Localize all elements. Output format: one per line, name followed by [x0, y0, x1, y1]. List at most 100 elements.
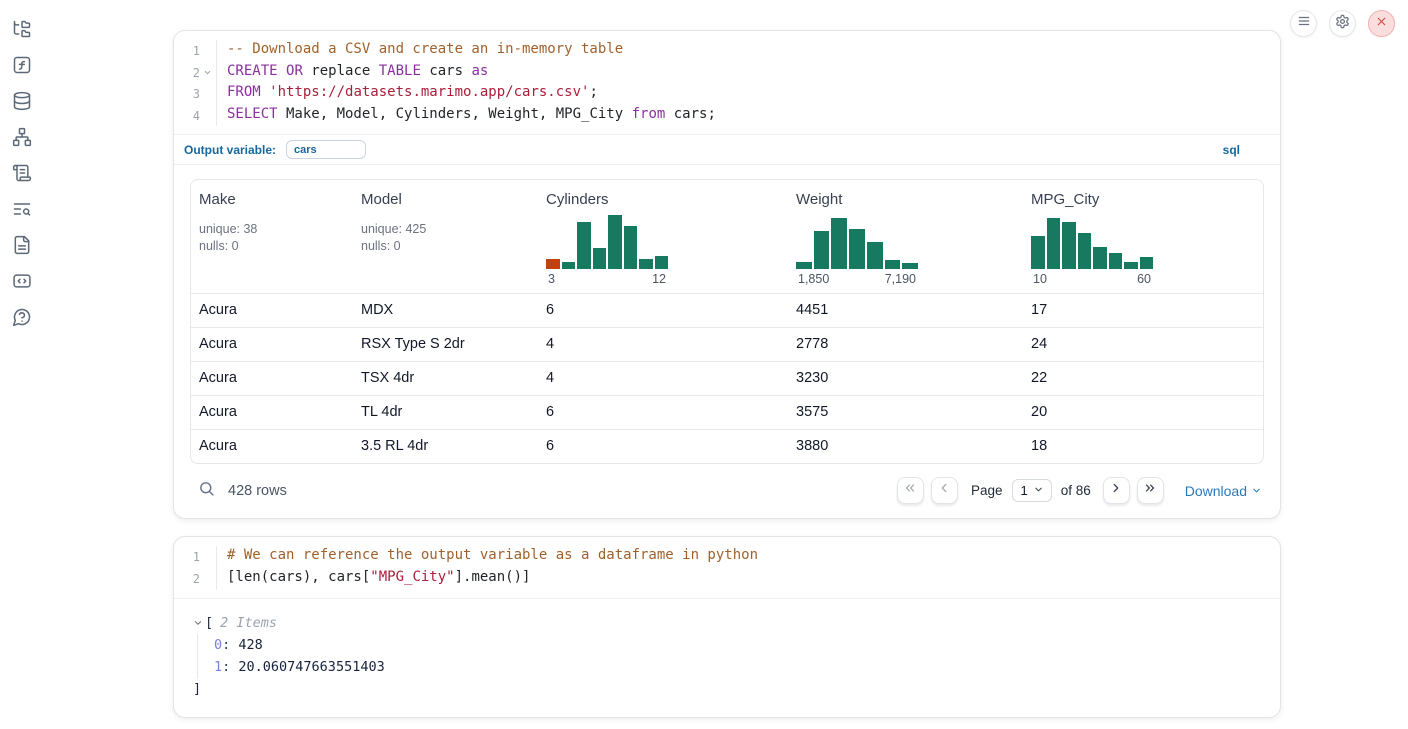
shutdown-button[interactable] [1368, 10, 1395, 37]
pagination: Page 1 of 86 Download [897, 477, 1262, 504]
menu-button[interactable] [1290, 10, 1317, 37]
code-line[interactable]: CREATE OR replace TABLE cars as [216, 62, 1280, 84]
table-cell: Acura [191, 396, 353, 429]
histogram-bar[interactable] [1078, 233, 1092, 269]
network-icon [12, 127, 32, 152]
sidebar-item-file-explorer[interactable] [11, 21, 33, 41]
histogram-bar[interactable] [814, 231, 830, 270]
histogram-bar[interactable] [1093, 247, 1107, 270]
sql-cell: 1 -- Download a CSV and create an in-memo… [173, 30, 1281, 519]
code-line[interactable]: [len(cars), cars["MPG_City"].mean()] [216, 568, 1280, 590]
line-number: 3 [174, 83, 200, 105]
histogram-bar[interactable] [1140, 257, 1154, 269]
sidebar-item-variables[interactable] [11, 57, 33, 77]
settings-button[interactable] [1329, 10, 1356, 37]
table-cell: 6 [538, 294, 788, 327]
table-cell: 18 [1023, 430, 1263, 463]
table-cell: Acura [191, 430, 353, 463]
sidebar-item-scratchpad[interactable] [11, 165, 33, 185]
fold-chevron-icon[interactable] [200, 62, 214, 84]
last-page-button[interactable] [1137, 477, 1164, 504]
table-row[interactable]: Acura3.5 RL 4dr6388018 [191, 429, 1263, 463]
table-row[interactable]: AcuraMDX6445117 [191, 293, 1263, 327]
table-cell: 20 [1023, 396, 1263, 429]
help-circle-icon [12, 307, 32, 332]
histogram-bar[interactable] [849, 229, 865, 270]
histogram-bar[interactable] [902, 263, 918, 269]
histogram-bar[interactable] [593, 248, 607, 270]
python-cell: 1# We can reference the output variable … [173, 536, 1281, 717]
first-page-button[interactable] [897, 477, 924, 504]
sidebar-item-datasources[interactable] [11, 93, 33, 113]
histogram-bar[interactable] [577, 222, 591, 270]
histogram-bar[interactable] [1109, 253, 1123, 270]
table-cell: 3230 [788, 362, 1023, 395]
histogram-bar[interactable] [1124, 262, 1138, 269]
table-row[interactable]: AcuraRSX Type S 2dr4277824 [191, 327, 1263, 361]
histogram-bar[interactable] [655, 256, 669, 270]
table-cell: 4 [538, 362, 788, 395]
column-stats: unique: 425 nulls: 0 [361, 221, 530, 254]
histogram-axis-labels: 3 12 [546, 272, 668, 286]
sidebar-item-logs[interactable] [11, 201, 33, 221]
chevron-down-icon [1251, 483, 1262, 499]
histogram-bar[interactable] [608, 215, 622, 269]
table-cell: 3.5 RL 4dr [353, 430, 538, 463]
code-line[interactable]: FROM 'https://datasets.marimo.app/cars.c… [216, 83, 1280, 105]
close-bracket: ] [193, 681, 1264, 697]
hist-min-label: 1,850 [798, 272, 829, 286]
histogram-bar[interactable] [624, 226, 638, 269]
sql-code-editor[interactable]: 1-- Download a CSV and create an in-memo… [174, 31, 1280, 134]
chevrons-left-icon [903, 481, 917, 500]
sidebar-item-snippets[interactable] [11, 273, 33, 293]
cylinders-histogram[interactable] [546, 215, 668, 269]
output-variable-input[interactable] [286, 140, 366, 159]
table-row[interactable]: AcuraTSX 4dr4323022 [191, 361, 1263, 395]
fold-chevron-icon [200, 83, 214, 105]
sql-cell-output: Make unique: 38 nulls: 0 Model unique: 4… [174, 165, 1280, 518]
column-header-mpg-city[interactable]: MPG_City 10 60 [1023, 180, 1263, 293]
output-variable-bar: Output variable: sql [174, 134, 1280, 165]
sidebar [0, 0, 44, 329]
column-header-cylinders[interactable]: Cylinders 3 12 [538, 180, 788, 293]
column-header-weight[interactable]: Weight 1,850 7,190 [788, 180, 1023, 293]
table-row[interactable]: AcuraTL 4dr6357520 [191, 395, 1263, 429]
download-button[interactable]: Download [1185, 483, 1262, 499]
language-badge: sql [1223, 143, 1270, 157]
table-cell: 17 [1023, 294, 1263, 327]
mpg-city-histogram[interactable] [1031, 215, 1153, 269]
weight-histogram[interactable] [796, 215, 918, 269]
next-page-button[interactable] [1103, 477, 1130, 504]
previous-page-button[interactable] [931, 477, 958, 504]
code-line[interactable]: # We can reference the output variable a… [216, 546, 1280, 568]
sidebar-item-help[interactable] [11, 309, 33, 329]
sidebar-item-documentation[interactable] [11, 237, 33, 257]
table-cell: RSX Type S 2dr [353, 328, 538, 361]
histogram-bar[interactable] [831, 218, 847, 269]
code-line[interactable]: SELECT Make, Model, Cylinders, Weight, M… [216, 105, 1280, 127]
line-number: 2 [174, 62, 200, 84]
histogram-bar[interactable] [546, 259, 560, 270]
histogram-bar[interactable] [562, 262, 576, 269]
column-header-model[interactable]: Model unique: 425 nulls: 0 [353, 180, 538, 293]
histogram-bar[interactable] [885, 260, 901, 269]
histogram-bar[interactable] [867, 242, 883, 269]
histogram-bar[interactable] [1062, 222, 1076, 269]
python-code-editor[interactable]: 1# We can reference the output variable … [174, 537, 1280, 597]
page-select[interactable]: 1 [1012, 479, 1051, 502]
page-total-label: of 86 [1061, 483, 1091, 498]
column-header-make[interactable]: Make unique: 38 nulls: 0 [191, 180, 353, 293]
histogram-bar[interactable] [639, 259, 653, 270]
sidebar-item-dependency-graph[interactable] [11, 129, 33, 149]
file-text-icon [12, 235, 32, 260]
histogram-bar[interactable] [1047, 218, 1061, 269]
histogram-bar[interactable] [1031, 236, 1045, 269]
table-cell: 3880 [788, 430, 1023, 463]
fold-chevron-icon [200, 105, 214, 127]
collapse-chevron-icon[interactable] [193, 618, 205, 628]
search-button[interactable] [196, 481, 216, 501]
close-icon [1375, 15, 1388, 33]
histogram-bar[interactable] [796, 262, 812, 269]
table-body: AcuraMDX6445117AcuraRSX Type S 2dr427782… [191, 293, 1263, 463]
code-line[interactable]: -- Download a CSV and create an in-memor… [216, 40, 1280, 62]
